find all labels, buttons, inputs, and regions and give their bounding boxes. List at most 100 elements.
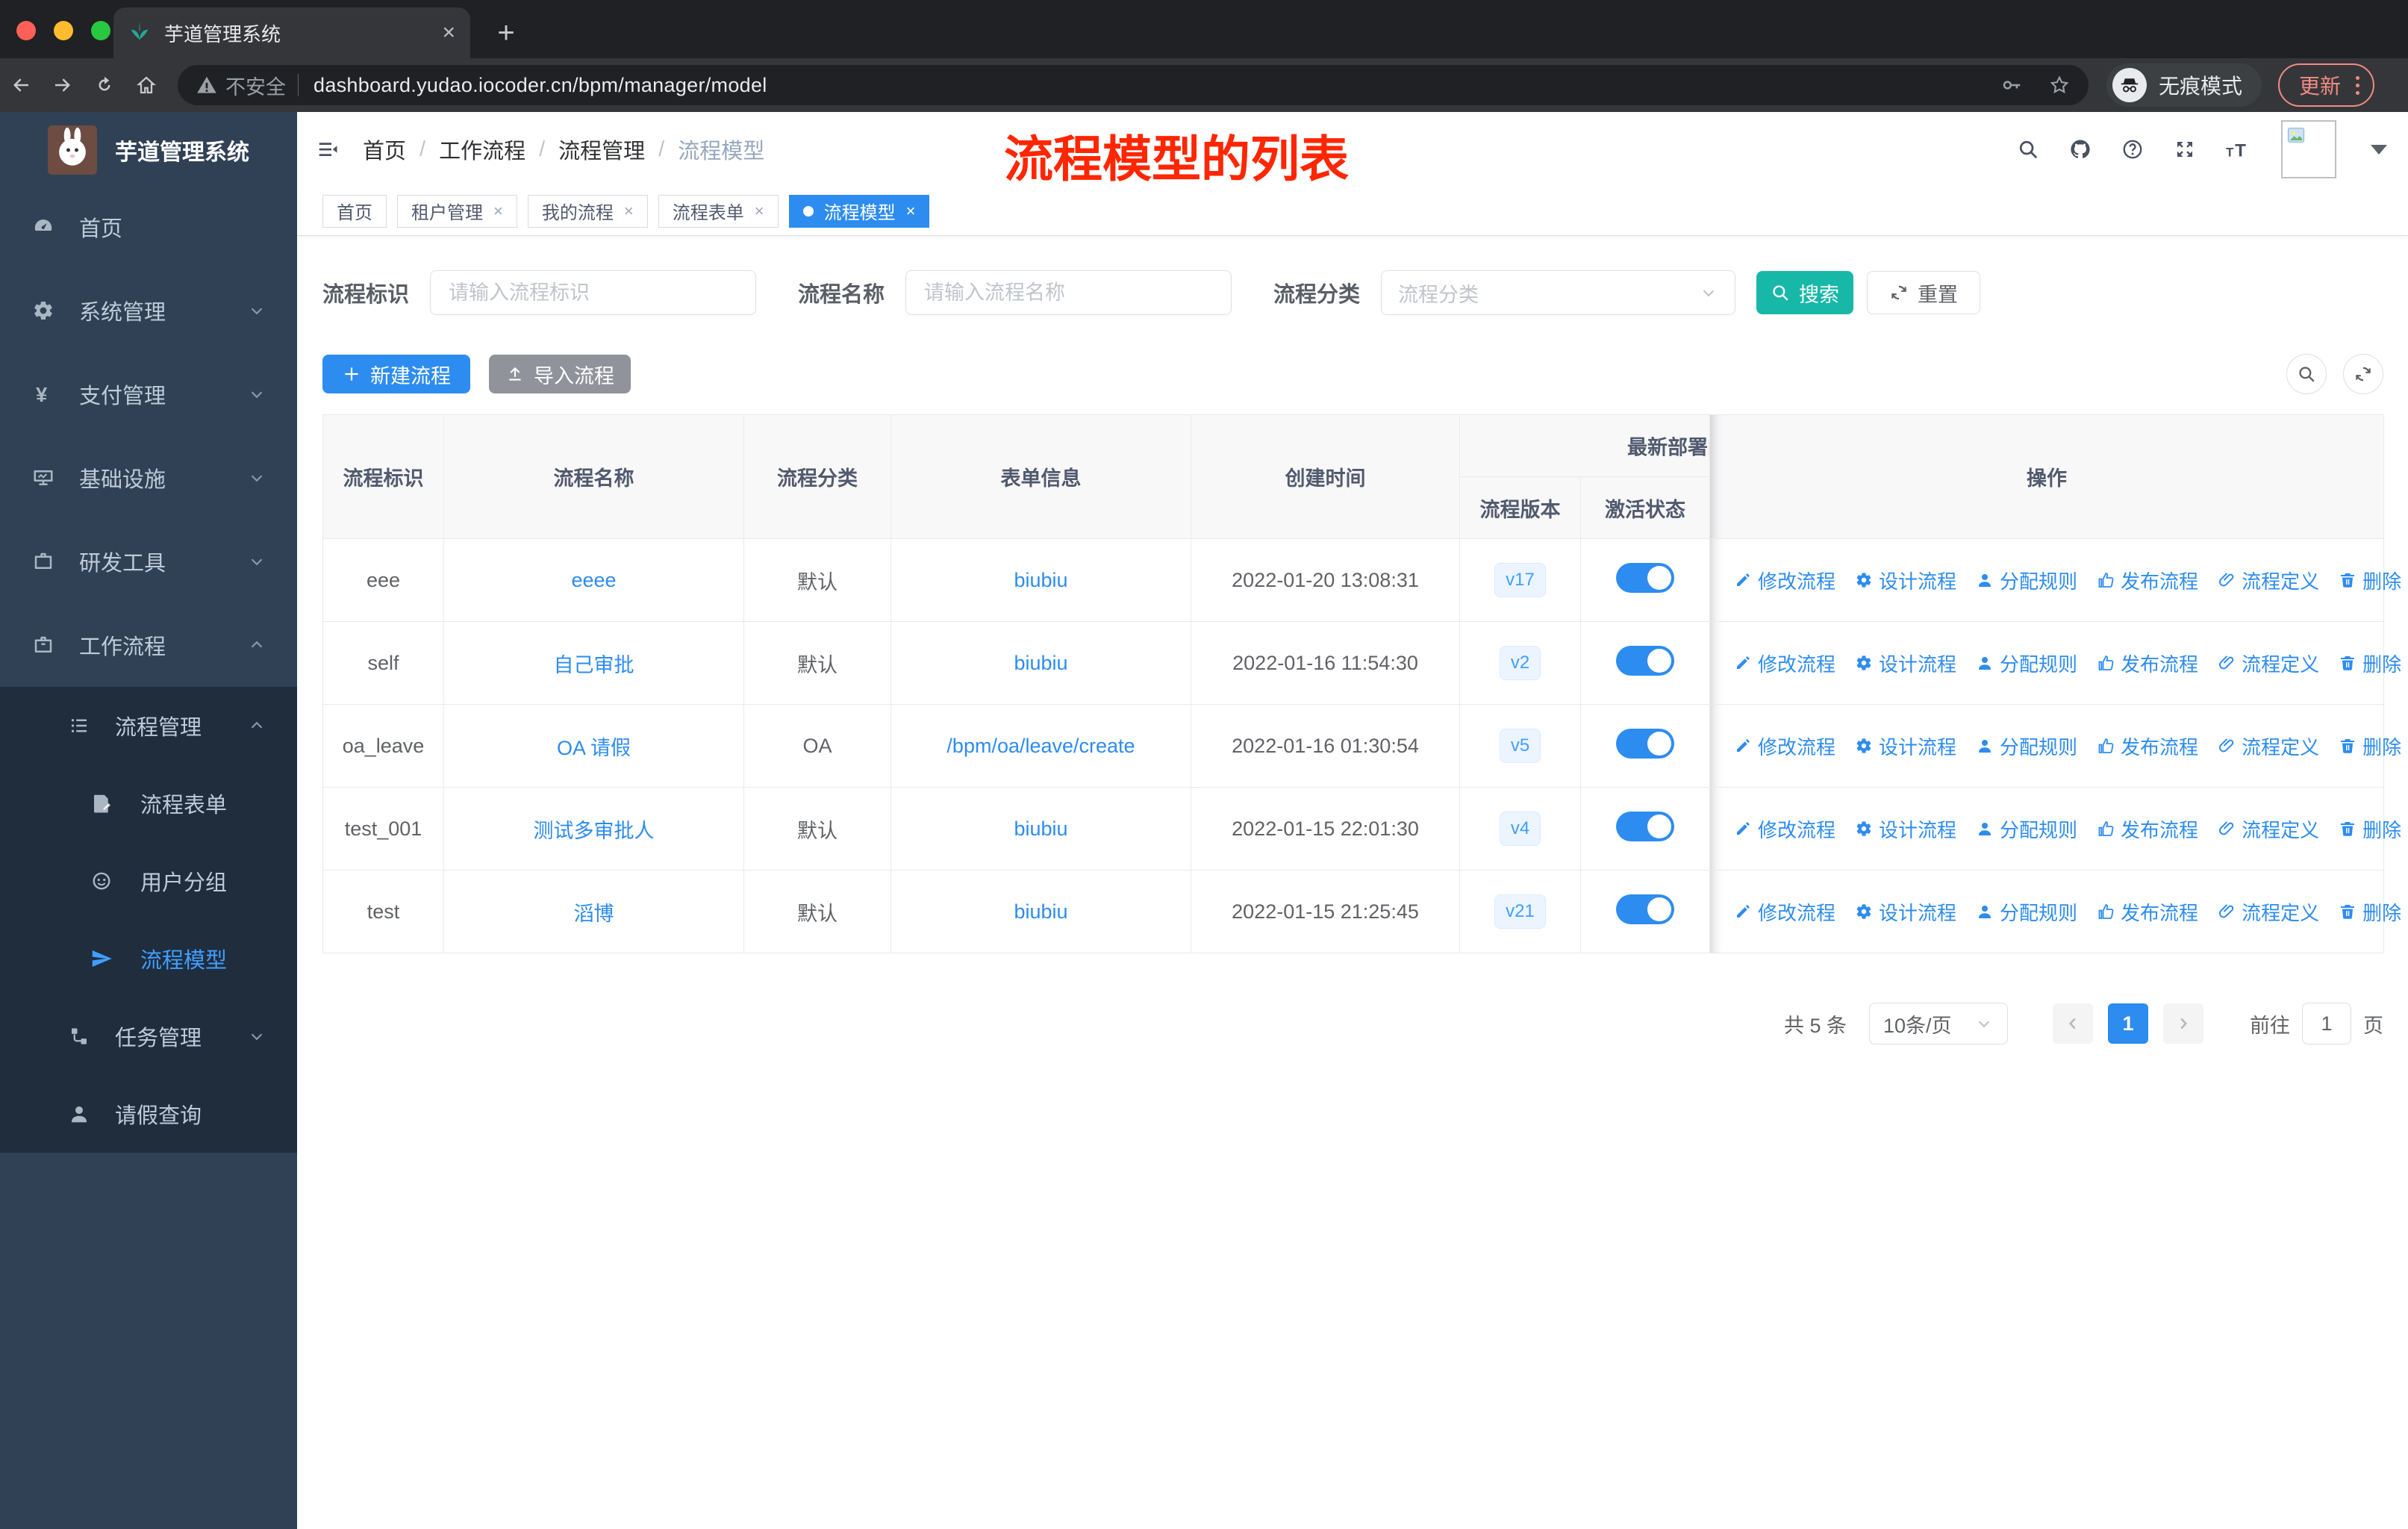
sidebar-item-流程模型[interactable]: 流程模型 bbox=[0, 920, 297, 997]
sidebar-item-首页[interactable]: 首页 bbox=[0, 185, 297, 269]
close-window-button[interactable] bbox=[16, 21, 36, 40]
action-design-link[interactable]: 设计流程 bbox=[1855, 815, 1956, 843]
tab-close-icon[interactable]: × bbox=[442, 20, 455, 46]
process-name-link[interactable]: 滔博 bbox=[574, 903, 614, 925]
prev-page-button[interactable] bbox=[2053, 1003, 2093, 1044]
browser-menu-icon[interactable] bbox=[2356, 75, 2360, 95]
action-publish-link[interactable]: 发布流程 bbox=[2097, 898, 2198, 926]
action-delete-link[interactable]: 删除 bbox=[2339, 898, 2401, 926]
process-name-link[interactable]: OA 请假 bbox=[557, 737, 631, 759]
tab-close-icon[interactable]: × bbox=[493, 202, 503, 221]
action-publish-link[interactable]: 发布流程 bbox=[2097, 567, 2198, 594]
action-assign-link[interactable]: 分配规则 bbox=[1976, 815, 2077, 843]
window-controls[interactable] bbox=[16, 21, 110, 40]
tag-tab-我的流程[interactable]: 我的流程 × bbox=[527, 194, 648, 228]
url-text[interactable]: dashboard.yudao.iocoder.cn/bpm/manager/m… bbox=[314, 74, 767, 97]
fullscreen-icon[interactable] bbox=[2174, 138, 2196, 161]
active-toggle[interactable] bbox=[1616, 562, 1674, 593]
form-info-link[interactable]: biubiu bbox=[1014, 569, 1067, 591]
action-definition-link[interactable]: 流程定义 bbox=[2218, 732, 2319, 760]
process-name-link[interactable]: 测试多审批人 bbox=[534, 820, 655, 842]
form-info-link[interactable]: biubiu bbox=[1014, 900, 1067, 923]
action-publish-link[interactable]: 发布流程 bbox=[2097, 732, 2198, 760]
breadcrumb-process-mgmt[interactable]: 流程管理 bbox=[558, 134, 645, 165]
tab-close-icon[interactable]: × bbox=[624, 202, 634, 221]
sidebar-collapse-icon[interactable] bbox=[316, 138, 339, 161]
sidebar-item-流程管理[interactable]: 流程管理 bbox=[0, 687, 297, 764]
reset-button[interactable]: 重置 bbox=[1867, 271, 1981, 314]
sidebar-item-研发工具[interactable]: 研发工具 bbox=[0, 520, 297, 603]
github-icon[interactable] bbox=[2069, 138, 2092, 161]
zoom-window-button[interactable] bbox=[91, 21, 110, 40]
action-edit-link[interactable]: 修改流程 bbox=[1734, 567, 1835, 594]
action-delete-link[interactable]: 删除 bbox=[2339, 815, 2401, 843]
key-icon[interactable] bbox=[2000, 74, 2023, 96]
action-publish-link[interactable]: 发布流程 bbox=[2097, 815, 2198, 843]
filter-category-select[interactable]: 流程分类 bbox=[1381, 270, 1736, 315]
action-edit-link[interactable]: 修改流程 bbox=[1734, 815, 1835, 843]
user-menu-caret-icon[interactable] bbox=[2371, 144, 2387, 155]
active-toggle[interactable] bbox=[1616, 645, 1674, 676]
process-name-link[interactable]: eeee bbox=[571, 569, 616, 591]
sidebar-item-基础设施[interactable]: 基础设施 bbox=[0, 436, 297, 520]
action-design-link[interactable]: 设计流程 bbox=[1855, 650, 1956, 677]
url-bar[interactable]: 不安全 dashboard.yudao.iocoder.cn/bpm/manag… bbox=[178, 65, 2089, 105]
form-info-link[interactable]: biubiu bbox=[1014, 652, 1067, 674]
action-definition-link[interactable]: 流程定义 bbox=[2218, 898, 2319, 926]
action-definition-link[interactable]: 流程定义 bbox=[2218, 815, 2319, 843]
sidebar-item-支付管理[interactable]: ¥ 支付管理 bbox=[0, 352, 297, 436]
action-assign-link[interactable]: 分配规则 bbox=[1976, 732, 2077, 760]
home-icon[interactable] bbox=[125, 64, 167, 106]
breadcrumb-home[interactable]: 首页 bbox=[363, 134, 406, 165]
minimize-window-button[interactable] bbox=[54, 21, 73, 40]
security-label[interactable]: 不安全 bbox=[225, 71, 286, 100]
action-design-link[interactable]: 设计流程 bbox=[1855, 898, 1956, 926]
tab-close-icon[interactable]: × bbox=[906, 202, 916, 221]
reload-icon[interactable] bbox=[84, 64, 125, 106]
user-avatar[interactable] bbox=[2281, 120, 2336, 178]
tag-tab-首页[interactable]: 首页 bbox=[322, 194, 387, 228]
show-search-toggle-button[interactable] bbox=[2286, 354, 2327, 394]
action-assign-link[interactable]: 分配规则 bbox=[1976, 567, 2077, 594]
form-info-link[interactable]: /bpm/oa/leave/create bbox=[946, 735, 1135, 757]
action-edit-link[interactable]: 修改流程 bbox=[1734, 898, 1835, 926]
sidebar-item-用户分组[interactable]: 用户分组 bbox=[0, 842, 297, 920]
font-size-icon[interactable]: TT bbox=[2226, 138, 2251, 161]
update-button[interactable]: 更新 bbox=[2278, 63, 2375, 107]
action-publish-link[interactable]: 发布流程 bbox=[2097, 650, 2198, 677]
tag-tab-租户管理[interactable]: 租户管理 × bbox=[397, 194, 517, 228]
action-definition-link[interactable]: 流程定义 bbox=[2218, 650, 2319, 677]
page-size-select[interactable]: 10条/页 bbox=[1869, 1003, 2008, 1044]
create-process-button[interactable]: 新建流程 bbox=[322, 355, 470, 393]
filter-name-input[interactable] bbox=[905, 270, 1232, 315]
tag-tab-流程表单[interactable]: 流程表单 × bbox=[658, 194, 779, 228]
action-design-link[interactable]: 设计流程 bbox=[1855, 567, 1956, 594]
action-delete-link[interactable]: 删除 bbox=[2339, 732, 2401, 760]
current-page-button[interactable]: 1 bbox=[2108, 1003, 2148, 1044]
action-definition-link[interactable]: 流程定义 bbox=[2218, 567, 2319, 594]
active-toggle[interactable] bbox=[1616, 728, 1674, 759]
breadcrumb-workflow[interactable]: 工作流程 bbox=[439, 134, 525, 165]
sidebar-item-流程表单[interactable]: 流程表单 bbox=[0, 764, 297, 842]
goto-page-input[interactable] bbox=[2302, 1003, 2351, 1044]
action-delete-link[interactable]: 删除 bbox=[2339, 567, 2401, 594]
action-assign-link[interactable]: 分配规则 bbox=[1976, 650, 2077, 677]
tag-tab-流程模型[interactable]: 流程模型 × bbox=[788, 194, 930, 228]
browser-tab[interactable]: 芋道管理系统 × bbox=[113, 7, 470, 58]
action-delete-link[interactable]: 删除 bbox=[2339, 650, 2401, 677]
sidebar-item-任务管理[interactable]: 任务管理 bbox=[0, 997, 297, 1075]
action-edit-link[interactable]: 修改流程 bbox=[1734, 732, 1835, 760]
back-icon[interactable] bbox=[0, 64, 42, 106]
new-tab-button[interactable]: + bbox=[487, 13, 525, 52]
tab-close-icon[interactable]: × bbox=[755, 202, 764, 221]
search-button[interactable]: 搜索 bbox=[1756, 271, 1854, 314]
header-search-icon[interactable] bbox=[2017, 138, 2039, 161]
sidebar-item-工作流程[interactable]: 工作流程 bbox=[0, 603, 297, 687]
filter-key-input[interactable] bbox=[430, 270, 757, 315]
help-icon[interactable] bbox=[2121, 138, 2144, 161]
import-process-button[interactable]: 导入流程 bbox=[489, 355, 631, 393]
form-info-link[interactable]: biubiu bbox=[1014, 818, 1067, 840]
active-toggle[interactable] bbox=[1616, 811, 1674, 841]
active-toggle[interactable] bbox=[1616, 894, 1674, 924]
refresh-table-button[interactable] bbox=[2343, 354, 2383, 394]
